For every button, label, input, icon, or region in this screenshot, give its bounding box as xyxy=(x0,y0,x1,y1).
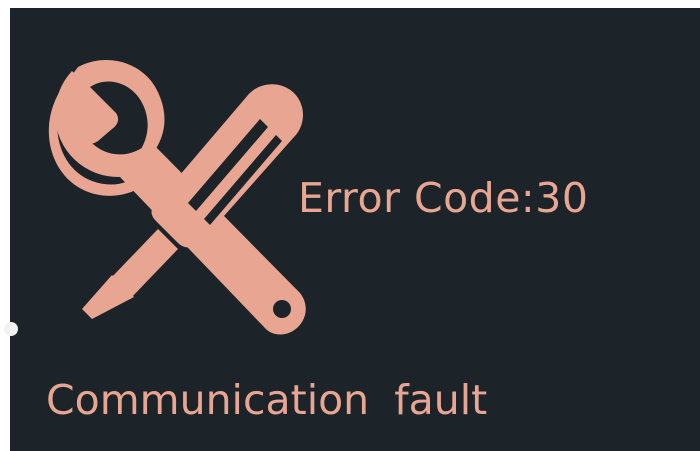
fault-description: Communication fault xyxy=(46,376,488,424)
error-code-label: Error Code:30 xyxy=(298,174,589,222)
edge-marker xyxy=(4,322,18,336)
wrench-and-screwdriver-icon xyxy=(48,59,306,335)
error-screen: Error Code:30 Communication fault xyxy=(10,8,700,451)
